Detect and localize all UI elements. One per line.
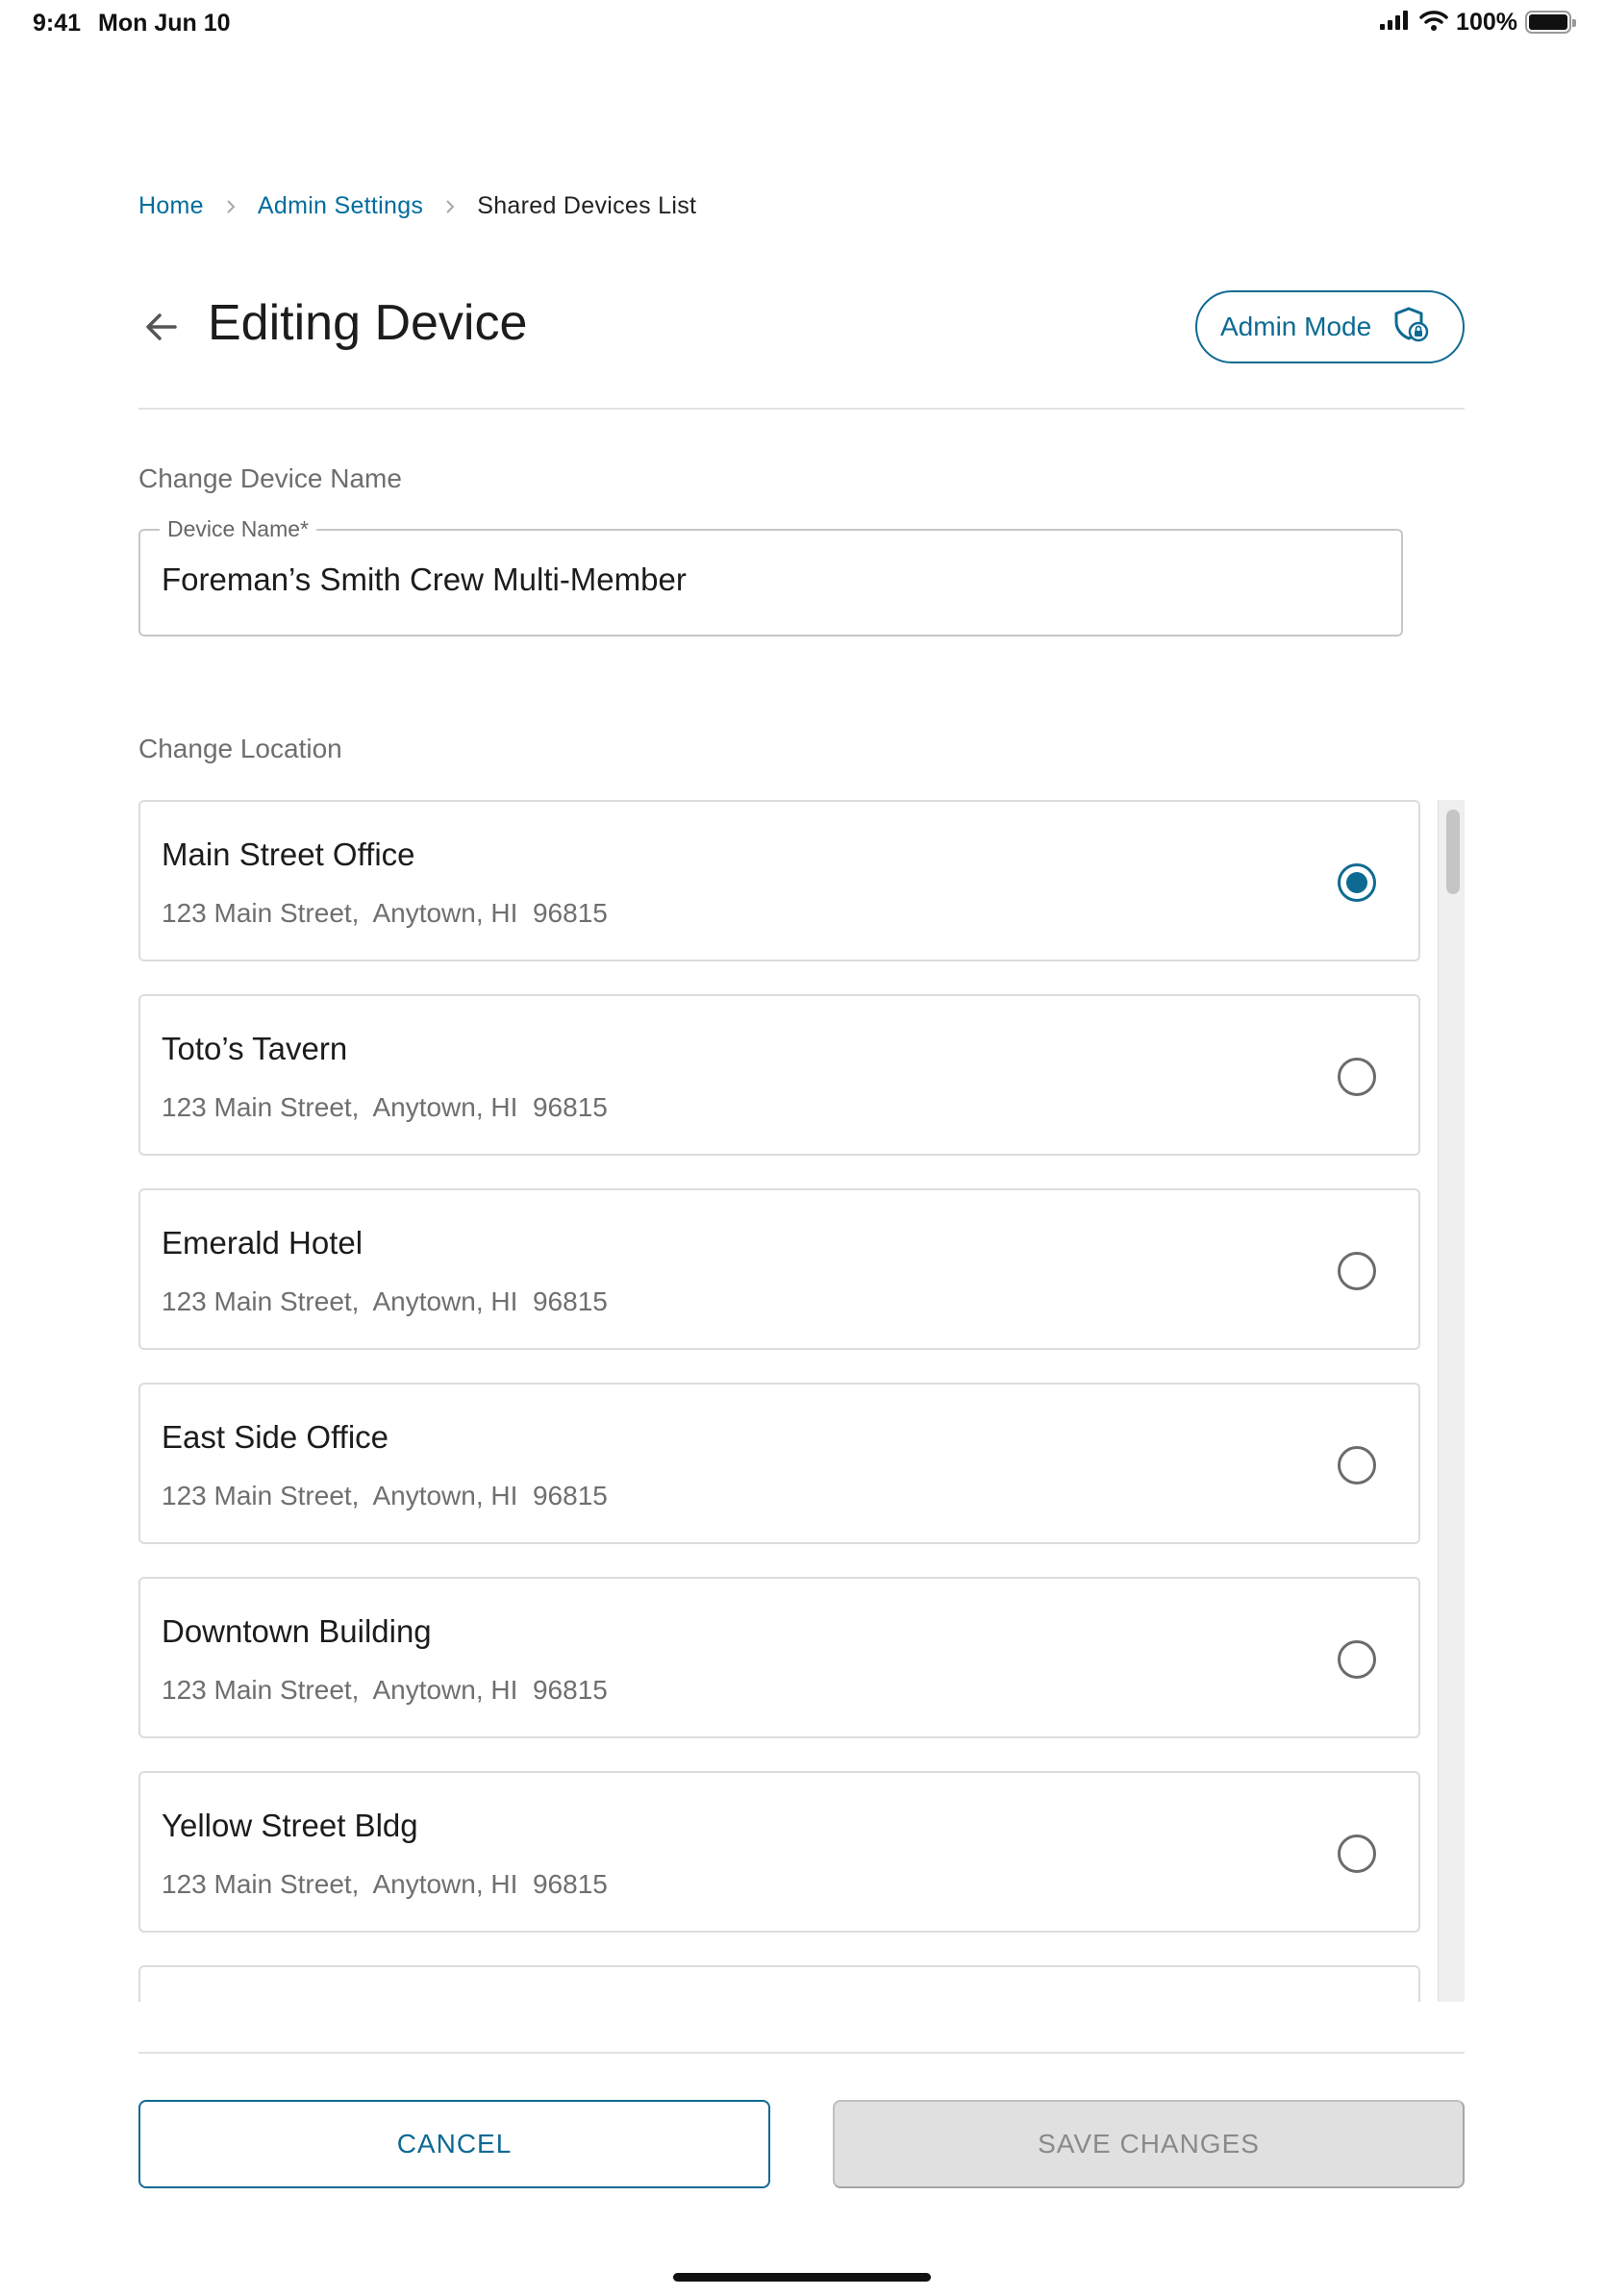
location-item-totos-tavern[interactable]: Toto’s Tavern 123 Main Street, Anytown, …	[138, 994, 1420, 1156]
footer-divider	[138, 2052, 1465, 2054]
location-item-east-side-office[interactable]: East Side Office 123 Main Street, Anytow…	[138, 1383, 1420, 1544]
status-indicators: 100%	[1379, 8, 1576, 37]
shield-lock-icon	[1392, 306, 1429, 349]
chevron-right-icon	[423, 197, 477, 216]
battery-percent: 100%	[1456, 8, 1517, 36]
change-device-name-label: Change Device Name	[138, 463, 402, 493]
location-item-main-street-office[interactable]: Main Street Office 123 Main Street, Anyt…	[138, 800, 1420, 961]
chevron-right-icon	[204, 197, 258, 216]
status-time: 9:41	[33, 10, 82, 37]
change-location-label: Change Location	[138, 734, 342, 763]
location-name: East Side Office	[162, 1419, 389, 1455]
editing-device-page: 9:41 Mon Jun 10 100% Home Admin Settings…	[0, 0, 1604, 2296]
admin-mode-label: Admin Mode	[1220, 312, 1372, 341]
location-name: Downtown Building	[162, 1613, 432, 1649]
location-list-scrollbar[interactable]	[1438, 800, 1465, 2002]
location-item-downtown-building[interactable]: Downtown Building 123 Main Street, Anyto…	[138, 1577, 1420, 1738]
location-address: 123 Main Street, Anytown, HI 96815	[162, 898, 608, 928]
device-name-field[interactable]: Device Name*	[138, 516, 1403, 636]
wifi-icon	[1419, 10, 1448, 36]
admin-mode-button[interactable]: Admin Mode	[1195, 290, 1465, 363]
scrollbar-thumb[interactable]	[1446, 810, 1460, 894]
device-name-field-label: Device Name*	[160, 516, 316, 542]
location-address: 123 Main Street, Anytown, HI 96815	[162, 1869, 608, 1899]
location-radio-selected[interactable]	[1338, 863, 1376, 902]
breadcrumb-current: Shared Devices List	[477, 192, 697, 219]
location-name: Emerald Hotel	[162, 1225, 363, 1260]
location-item-partial[interactable]	[138, 1965, 1420, 2002]
location-name: Yellow Street Bldg	[162, 1808, 418, 1843]
status-bar: 9:41 Mon Jun 10 100%	[0, 0, 1604, 46]
location-address: 123 Main Street, Anytown, HI 96815	[162, 1481, 608, 1510]
location-list[interactable]: Main Street Office 123 Main Street, Anyt…	[138, 800, 1465, 2002]
breadcrumb-admin-settings[interactable]: Admin Settings	[258, 192, 423, 220]
home-indicator	[673, 2273, 931, 2282]
location-radio[interactable]	[1338, 1058, 1376, 1096]
location-radio[interactable]	[1338, 1640, 1376, 1679]
location-address: 123 Main Street, Anytown, HI 96815	[162, 1092, 608, 1122]
header-divider	[138, 408, 1465, 410]
location-item-yellow-street-bldg[interactable]: Yellow Street Bldg 123 Main Street, Anyt…	[138, 1771, 1420, 1933]
cancel-button[interactable]: CANCEL	[138, 2100, 770, 2188]
location-address: 123 Main Street, Anytown, HI 96815	[162, 1675, 608, 1705]
breadcrumb-home[interactable]: Home	[138, 192, 204, 220]
status-date: Mon Jun 10	[98, 10, 231, 37]
page-title: Editing Device	[208, 295, 528, 351]
location-name: Toto’s Tavern	[162, 1031, 348, 1066]
location-radio[interactable]	[1338, 1252, 1376, 1290]
save-changes-button[interactable]: SAVE CHANGES	[833, 2100, 1465, 2188]
cellular-signal-icon	[1379, 10, 1412, 36]
location-name: Main Street Office	[162, 836, 415, 872]
arrow-left-icon	[142, 308, 181, 351]
location-radio[interactable]	[1338, 1834, 1376, 1873]
battery-icon	[1525, 11, 1576, 34]
location-radio[interactable]	[1338, 1446, 1376, 1485]
location-address: 123 Main Street, Anytown, HI 96815	[162, 1286, 608, 1316]
breadcrumb: Home Admin Settings Shared Devices List	[138, 192, 696, 220]
location-item-emerald-hotel[interactable]: Emerald Hotel 123 Main Street, Anytown, …	[138, 1188, 1420, 1350]
back-button[interactable]	[137, 304, 187, 354]
device-name-input[interactable]	[162, 562, 1373, 598]
